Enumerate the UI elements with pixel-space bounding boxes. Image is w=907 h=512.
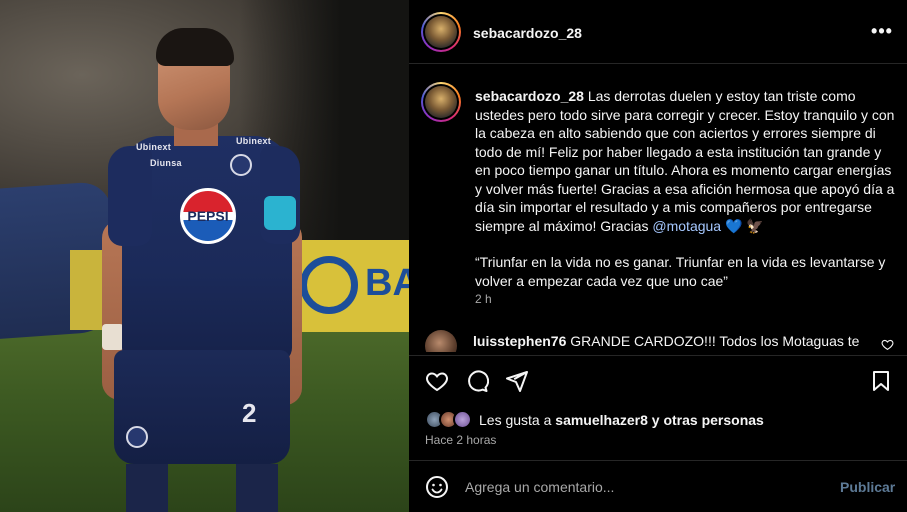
jersey-sponsor: PEPSI <box>187 208 229 224</box>
send-icon[interactable] <box>505 369 529 393</box>
player-figure: Diunsa Ubinext Ubinext PEPSI 2 <box>100 28 305 512</box>
chest-sponsor: Diunsa <box>150 158 182 168</box>
likes-summary[interactable]: Les gusta a samuelhazer8 y otras persona… <box>479 412 764 428</box>
mention-link[interactable]: @motagua <box>652 218 721 234</box>
header-username[interactable]: sebacardozo_28 <box>473 25 582 41</box>
club-crest <box>230 154 252 176</box>
comment-text: GRANDE CARDOZO!!! Todos los Motaguas te <box>570 333 860 349</box>
action-bar <box>409 355 907 405</box>
comment-like-heart-icon[interactable] <box>881 338 894 351</box>
post-time[interactable]: Hace 2 horas <box>425 433 496 447</box>
post-panel: sebacardozo_28 ••• sebacardozo_28 Las de… <box>409 0 907 512</box>
comment-input[interactable] <box>465 477 825 497</box>
comment-row: luisstephen76 GRANDE CARDOZO!!! Todos lo… <box>425 330 895 352</box>
bookmark-icon[interactable] <box>869 369 893 393</box>
heart-icon[interactable] <box>425 369 449 393</box>
comment-avatar[interactable] <box>425 330 457 352</box>
likes-user[interactable]: samuelhazer8 <box>555 412 648 428</box>
sleeve-sponsor-left: Ubinext <box>136 142 172 152</box>
caption-emojis: 💙 🦅 <box>724 217 764 234</box>
caption-avatar[interactable] <box>421 82 461 122</box>
wrist-tape <box>102 324 124 350</box>
caption-time: 2 h <box>475 292 492 306</box>
header-avatar[interactable] <box>421 12 461 52</box>
caption: sebacardozo_28 Las derrotas duelen y est… <box>475 87 895 290</box>
comment-icon[interactable] <box>465 369 489 393</box>
shorts-crest <box>126 426 148 448</box>
board-logo <box>300 256 358 314</box>
shorts-number: 2 <box>242 398 257 428</box>
caption-quote: “Triunfar en la vida no es ganar. Triunf… <box>475 254 886 289</box>
emoji-icon[interactable] <box>425 475 449 499</box>
captain-armband <box>264 196 296 230</box>
caption-username[interactable]: sebacardozo_28 <box>475 88 584 104</box>
comment-username[interactable]: luisstephen76 <box>473 333 566 349</box>
more-horizontal-icon[interactable]: ••• <box>869 18 895 44</box>
like-avatar <box>453 410 472 429</box>
add-comment-bar: Publicar <box>409 460 907 512</box>
publish-button[interactable]: Publicar <box>840 479 895 495</box>
board-text: BA <box>365 262 409 304</box>
caption-text: Las derrotas duelen y estoy tan triste c… <box>475 88 895 234</box>
post-photo[interactable]: BA Diunsa Ubinext Ubinext PEPSI 2 <box>0 0 409 512</box>
likes-others[interactable]: y otras personas <box>652 412 764 428</box>
header-divider <box>409 63 907 64</box>
sleeve-sponsor-right: Ubinext <box>236 136 272 146</box>
